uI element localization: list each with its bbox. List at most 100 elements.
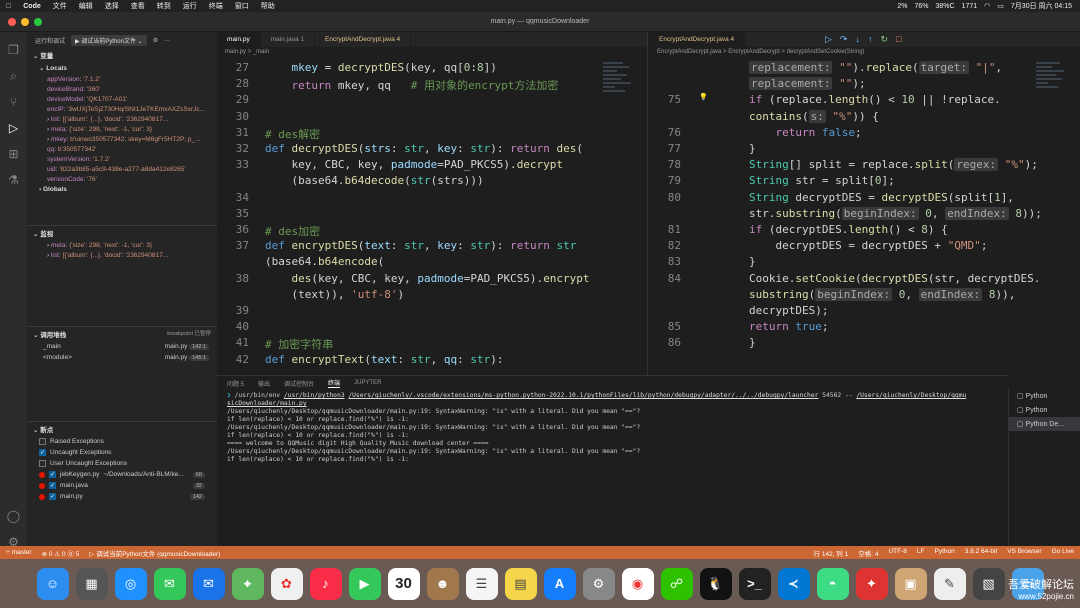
notes-icon[interactable]: ▤ [504,567,537,600]
code-line[interactable]: if (decryptDES.length() < 8) { [749,223,948,236]
qq-icon[interactable]: 🐧 [699,567,732,600]
terminal-output[interactable]: ❯ /usr/bin/env /usr/bin/python3 /Users/q… [217,390,1008,466]
breakpoint-file[interactable]: ✓ main.py 142 [27,491,217,502]
menu-run[interactable]: 运行 [177,1,203,11]
editor-tab[interactable]: main.java 1 [261,32,316,47]
reminders-icon[interactable]: ☰ [465,567,498,600]
variable-row[interactable]: encIP: '3wUXjTeSjZ730Hq/SNt1JeTKEmxAXZsS… [27,104,217,114]
status-item[interactable]: Go Live [1052,548,1074,558]
code-line[interactable]: contains(s: "%")) { [749,109,879,123]
code-line[interactable]: } [749,255,756,268]
editor-tab[interactable]: EncryptAndDecrypt.java 4 [649,32,746,47]
code-line[interactable]: } [749,336,756,349]
menu-window[interactable]: 窗口 [229,1,255,11]
zoom-window-button[interactable] [34,18,42,26]
code-line[interactable]: def decryptDES(strs: str, key: str): ret… [265,142,583,155]
gear-icon[interactable]: ⚙ [153,37,158,44]
terminal-instance[interactable]: ▢ Python De... [1009,417,1080,431]
code-line[interactable]: String[] split = replace.split(regex: "%… [749,158,1038,172]
variable-row[interactable]: deviceBrand: '360' [27,84,217,94]
code-line[interactable]: replacement: ""); [749,77,866,91]
code-line[interactable]: return mkey, qq # 用对象的encrypt方法加密 [265,77,559,93]
locals-title[interactable]: ⌄ Locals [27,62,217,74]
code-line[interactable]: # 加密字符串 [265,336,333,352]
chrome-icon[interactable]: ◉ [621,567,654,600]
menu-goto[interactable]: 转到 [151,1,177,11]
variable-row[interactable]: systemVersion: '1.7.2' [27,154,217,164]
code-line[interactable]: def encryptDES(text: str, key: str): ret… [265,239,576,252]
calendar-icon[interactable]: 30 [387,567,420,600]
breakpoint-option[interactable]: User Uncaught Exceptions [27,458,217,469]
activity-monitor-icon[interactable]: ▧ [972,567,1005,600]
vscode-icon[interactable]: ≺ [777,567,810,600]
code-line[interactable]: str.substring(beginIndex: 0, endIndex: 8… [749,206,1042,220]
variable-row[interactable]: › meta: {'size': 298, 'next': -1, 'cur':… [27,240,217,250]
app-menu[interactable]: Code [17,3,47,10]
code-line[interactable]: (base64.b64decode(str(strs))) [265,174,483,187]
checkbox[interactable]: ✓ [49,471,56,478]
status-item[interactable]: 3.8.2 64-bit [965,548,998,558]
variable-row[interactable]: appVersion: '7.1.2' [27,74,217,84]
jadx-icon[interactable]: ✦ [855,567,888,600]
finder-icon[interactable]: ☺ [36,567,69,600]
code-line[interactable]: # des解密 [265,126,320,142]
search-icon[interactable]: ⌕ [6,68,22,84]
checkbox[interactable]: ✓ [49,482,56,489]
menu-select[interactable]: 选择 [99,1,125,11]
clock[interactable]: 7月30日 周六 04:15 [1011,1,1072,11]
checkbox[interactable] [39,460,46,467]
contacts-icon[interactable]: ☻ [426,567,459,600]
variable-row[interactable]: uid: '822a3b85-a5c9-438e-a277-a8da412e82… [27,164,217,174]
minimize-window-button[interactable] [21,18,29,26]
apple-icon[interactable]:  [0,3,17,10]
panel-tab[interactable]: JUPYTER [354,380,381,386]
variable-row[interactable]: › mkey: b'uinwo350577342; skey=M6gFr5HT2… [27,134,217,144]
photos-icon[interactable]: ✿ [270,567,303,600]
checkbox[interactable] [39,438,46,445]
facetime-icon[interactable]: ▶ [348,567,381,600]
code-line[interactable]: return false; [749,126,862,139]
more-icon[interactable]: … [164,37,170,43]
left-minimap[interactable] [603,60,633,370]
code-line[interactable]: if (replace.length() < 10 || !replace. [749,93,1001,106]
variable-row[interactable]: versionCode: '76' [27,174,217,184]
code-line[interactable]: # des加密 [265,223,320,239]
code-line[interactable]: Cookie.setCookie(decryptDES(str, decrypt… [749,272,1040,285]
system-preferences-icon[interactable]: ⚙ [582,567,615,600]
code-line[interactable]: replacement: "").replace(target: "|", [749,61,1002,74]
step-into-icon[interactable]: ↓ [855,34,860,45]
wifi-icon[interactable]: ◠ [984,2,990,10]
code-line[interactable]: (text)), 'utf-8') [265,288,404,301]
stop-icon[interactable]: □ [896,34,901,45]
run-debug-icon[interactable]: ▷ [6,120,22,136]
status-item[interactable]: LF [917,548,925,558]
wechat-icon[interactable]: ☍ [660,567,693,600]
maps-icon[interactable]: ⌖ [231,567,264,600]
right-breadcrumb[interactable]: EncryptAndDecrypt.java > EncryptAndDecry… [649,47,1080,57]
breakpoint-file[interactable]: ✓ jebKeygen.py ~/Downloads/Anti-BLM/ke... 6… [27,469,217,480]
android-studio-icon[interactable]: ◓ [816,567,849,600]
status-item[interactable]: VS Browser [1007,548,1041,558]
variable-row[interactable]: deviceModel: 'QK1707-A01' [27,94,217,104]
source-control-icon[interactable]: ⑂ [6,94,22,110]
breakpoint-file[interactable]: ✓ main.java 32 [27,480,217,491]
code-line[interactable]: des(key, CBC, key, padmode=PAD_PKCS5).en… [265,272,590,285]
left-breadcrumb[interactable]: main.py > _main [217,47,647,57]
checkbox[interactable]: ✓ [39,449,46,456]
right-minimap[interactable] [1036,60,1066,370]
status-item[interactable]: 行 142, 列 1 [814,548,849,558]
breakpoint-option[interactable]: ✓ Uncaught Exceptions [27,447,217,458]
messages-icon[interactable]: ✉ [153,567,186,600]
callstack-frame[interactable]: <module> main.py 145:1 [27,352,217,363]
run-config-select[interactable]: ▶ 调试当前Python文件 ⌄ [71,34,147,46]
variables-section-title[interactable]: ⌄ 变量 [27,48,217,62]
callstack-frame[interactable]: _main main.py 142:1 [27,341,217,352]
code-line[interactable]: decryptDES = decryptDES + "QMD"; [749,239,987,252]
breakpoints-section-title[interactable]: ⌄ 断点 [27,422,217,436]
variable-row[interactable]: › list: [{'album': {...}, 'docid': '2362… [27,250,217,260]
code-line[interactable]: return true; [749,320,829,333]
globals-title[interactable]: › Globals [27,184,217,195]
panel-tab[interactable]: 输出 [258,379,270,388]
code-line[interactable]: decryptDES); [749,304,828,317]
status-item[interactable]: UTF-8 [888,548,906,558]
